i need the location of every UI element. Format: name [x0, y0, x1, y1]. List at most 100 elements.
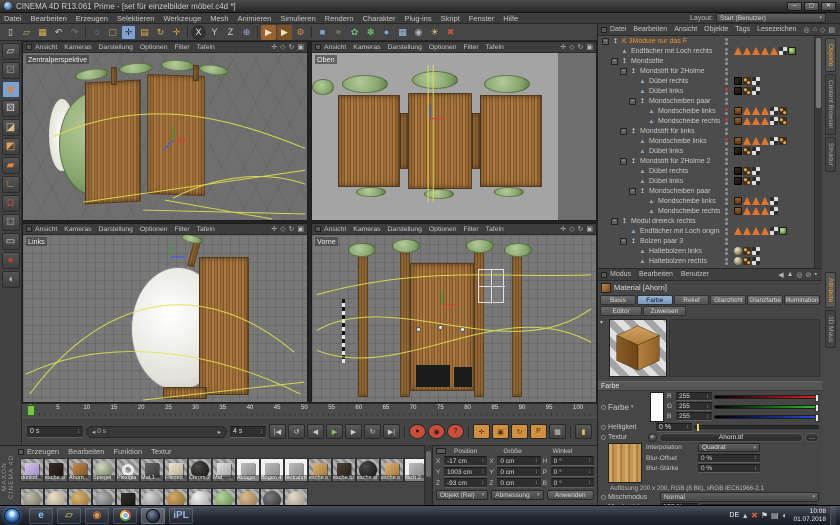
- tag-texd-icon[interactable]: [734, 87, 742, 95]
- menu-item-lesezeichen[interactable]: Lesezeichen: [757, 26, 796, 33]
- viewport-menu-icon[interactable]: [315, 226, 321, 232]
- tag-wood-icon[interactable]: [734, 197, 742, 205]
- coords-field-z[interactable]: 0 cm↕: [497, 478, 540, 488]
- tree-row[interactable]: −↥Mondstift für links: [598, 126, 814, 136]
- visibility-dot-bottom[interactable]: [725, 182, 728, 185]
- clock[interactable]: 10:0801.07.2018: [793, 508, 826, 523]
- toggle-view-icon[interactable]: ▣: [586, 225, 593, 233]
- expander-icon[interactable]: −: [629, 188, 636, 195]
- om-menu-icon[interactable]: [601, 27, 607, 33]
- channel-field-b[interactable]: 255↕: [676, 412, 712, 421]
- attr-menu-icon[interactable]: [601, 272, 607, 278]
- tree-row[interactable]: −↥Mondstift für 2Holme: [598, 66, 814, 76]
- menu-item-tafeln[interactable]: Tafeln: [486, 44, 504, 51]
- add-deformer-button[interactable]: ●: [379, 25, 394, 40]
- menu-item-ansicht[interactable]: Ansicht: [674, 26, 697, 33]
- pan-view-icon[interactable]: ✛: [560, 225, 566, 233]
- make-editable-button[interactable]: ▱: [2, 43, 20, 60]
- visibility-dot-top[interactable]: [725, 78, 728, 81]
- tag-tri-icon[interactable]: [752, 207, 760, 215]
- material-thumb-esche-si[interactable]: esche si: [356, 458, 380, 482]
- tag-uvw-icon[interactable]: [752, 87, 760, 95]
- menu-item-animieren[interactable]: Animieren: [238, 14, 272, 23]
- key-parameter-toggle[interactable]: P: [530, 424, 547, 439]
- visibility-dots[interactable]: [720, 148, 732, 155]
- visibility-dot-top[interactable]: [725, 38, 728, 41]
- viewport-left[interactable]: AnsichtKamerasDarstellungOptionenFilterT…: [22, 223, 308, 403]
- coords-field-y[interactable]: 1003 cm↕: [444, 467, 487, 477]
- visibility-dot-bottom[interactable]: [725, 162, 728, 165]
- tag-dots-icon[interactable]: [743, 257, 751, 265]
- material-thumb-bettrahm[interactable]: bettrahm: [284, 458, 308, 482]
- zoom-view-icon[interactable]: ◇: [569, 43, 574, 51]
- lock-y-axis-button[interactable]: Y: [207, 25, 222, 40]
- tag-tri-icon[interactable]: [752, 47, 760, 55]
- tree-row[interactable]: ▲Dübel links: [598, 86, 814, 96]
- visibility-dot-top[interactable]: [725, 168, 728, 171]
- expander-icon[interactable]: −: [611, 58, 618, 65]
- menu-item-darstellung[interactable]: Darstellung: [99, 226, 133, 233]
- expander-icon[interactable]: −: [602, 38, 609, 45]
- tag-uvw-icon[interactable]: [770, 227, 778, 235]
- material-thumb-fliesen[interactable]: Fliesen: [164, 458, 188, 482]
- menu-item-mesh[interactable]: Mesh: [210, 14, 228, 23]
- visibility-dots[interactable]: [720, 238, 732, 245]
- material-thumb-plexigla[interactable]: Plexigla: [116, 458, 140, 482]
- tag-uvw-icon[interactable]: [770, 117, 778, 125]
- om-panel-icon[interactable]: ▤: [828, 26, 835, 34]
- minimize-button[interactable]: –: [787, 2, 802, 11]
- key-rotation-toggle[interactable]: ↻: [511, 424, 528, 439]
- anim-dot[interactable]: [601, 405, 606, 410]
- visibility-dots[interactable]: [720, 198, 732, 205]
- expander-icon[interactable]: −: [620, 238, 627, 245]
- menu-item-ansicht[interactable]: Ansicht: [35, 44, 57, 51]
- tag-tri-icon[interactable]: [743, 197, 751, 205]
- goto-end-button[interactable]: ▶|: [383, 424, 400, 439]
- visibility-dot-bottom[interactable]: [725, 52, 728, 55]
- autokey-button[interactable]: ◉: [428, 424, 445, 439]
- record-options-button[interactable]: ?: [447, 424, 464, 439]
- play-button[interactable]: ▶: [326, 424, 343, 439]
- menu-item-darstellung[interactable]: Darstellung: [388, 226, 422, 233]
- slider-handle[interactable]: [815, 414, 819, 422]
- stepper-icon[interactable]: ↕: [588, 458, 591, 464]
- tag-tri-icon[interactable]: [752, 117, 760, 125]
- layout-dropdown[interactable]: Start (Benutzer) ▾: [716, 13, 826, 23]
- rotate-view-icon[interactable]: ↻: [289, 43, 295, 51]
- snap-magnet-button[interactable]: Ω: [2, 195, 20, 212]
- side-tab-objekte[interactable]: Objekte: [825, 38, 836, 72]
- om-home-icon[interactable]: ⌂: [813, 26, 817, 34]
- add-generator-button[interactable]: ✿: [347, 25, 362, 40]
- visibility-dots[interactable]: [720, 38, 732, 45]
- tag-dots-icon[interactable]: [743, 77, 751, 85]
- tray-alert-icon[interactable]: ✖: [751, 511, 758, 520]
- visibility-dot-bottom[interactable]: [725, 222, 728, 225]
- visibility-dot-top[interactable]: [725, 68, 728, 71]
- visibility-dots[interactable]: [720, 138, 732, 145]
- tag-wood-icon[interactable]: [734, 137, 742, 145]
- material-thumb-chrom-2[interactable]: Chrom 2: [188, 458, 212, 482]
- tag-uvw-icon[interactable]: [779, 47, 787, 55]
- tag-tri-icon[interactable]: [752, 107, 760, 115]
- coords-field-x[interactable]: -17 cm↕: [444, 456, 487, 466]
- visibility-dot-bottom[interactable]: [725, 142, 728, 145]
- coords-size-dropdown[interactable]: Abmessung▾: [491, 490, 543, 500]
- playhead[interactable]: [27, 405, 35, 416]
- tag-dots-icon[interactable]: [779, 107, 787, 115]
- visibility-dot-bottom[interactable]: [725, 82, 728, 85]
- menu-item-tags[interactable]: Tags: [735, 26, 750, 33]
- visibility-dot-bottom[interactable]: [725, 112, 728, 115]
- tag-tri-icon[interactable]: [743, 47, 751, 55]
- menu-item-bearbeiten[interactable]: Bearbeiten: [633, 26, 667, 33]
- tree-row[interactable]: ▲Haltebolzen links: [598, 246, 814, 256]
- visibility-dot-top[interactable]: [725, 138, 728, 141]
- material-thumb[interactable]: [284, 488, 308, 505]
- tag-uvw-icon[interactable]: [770, 197, 778, 205]
- add-camera-button[interactable]: ◉: [411, 25, 426, 40]
- tag-tri-icon[interactable]: [743, 117, 751, 125]
- tree-row[interactable]: ▲Dübel rechts: [598, 166, 814, 176]
- material-thumb[interactable]: [20, 488, 44, 505]
- om-search-icon[interactable]: ◎: [804, 26, 810, 34]
- visibility-dot-top[interactable]: [725, 58, 728, 61]
- tree-row[interactable]: ▲Dübel links: [598, 176, 814, 186]
